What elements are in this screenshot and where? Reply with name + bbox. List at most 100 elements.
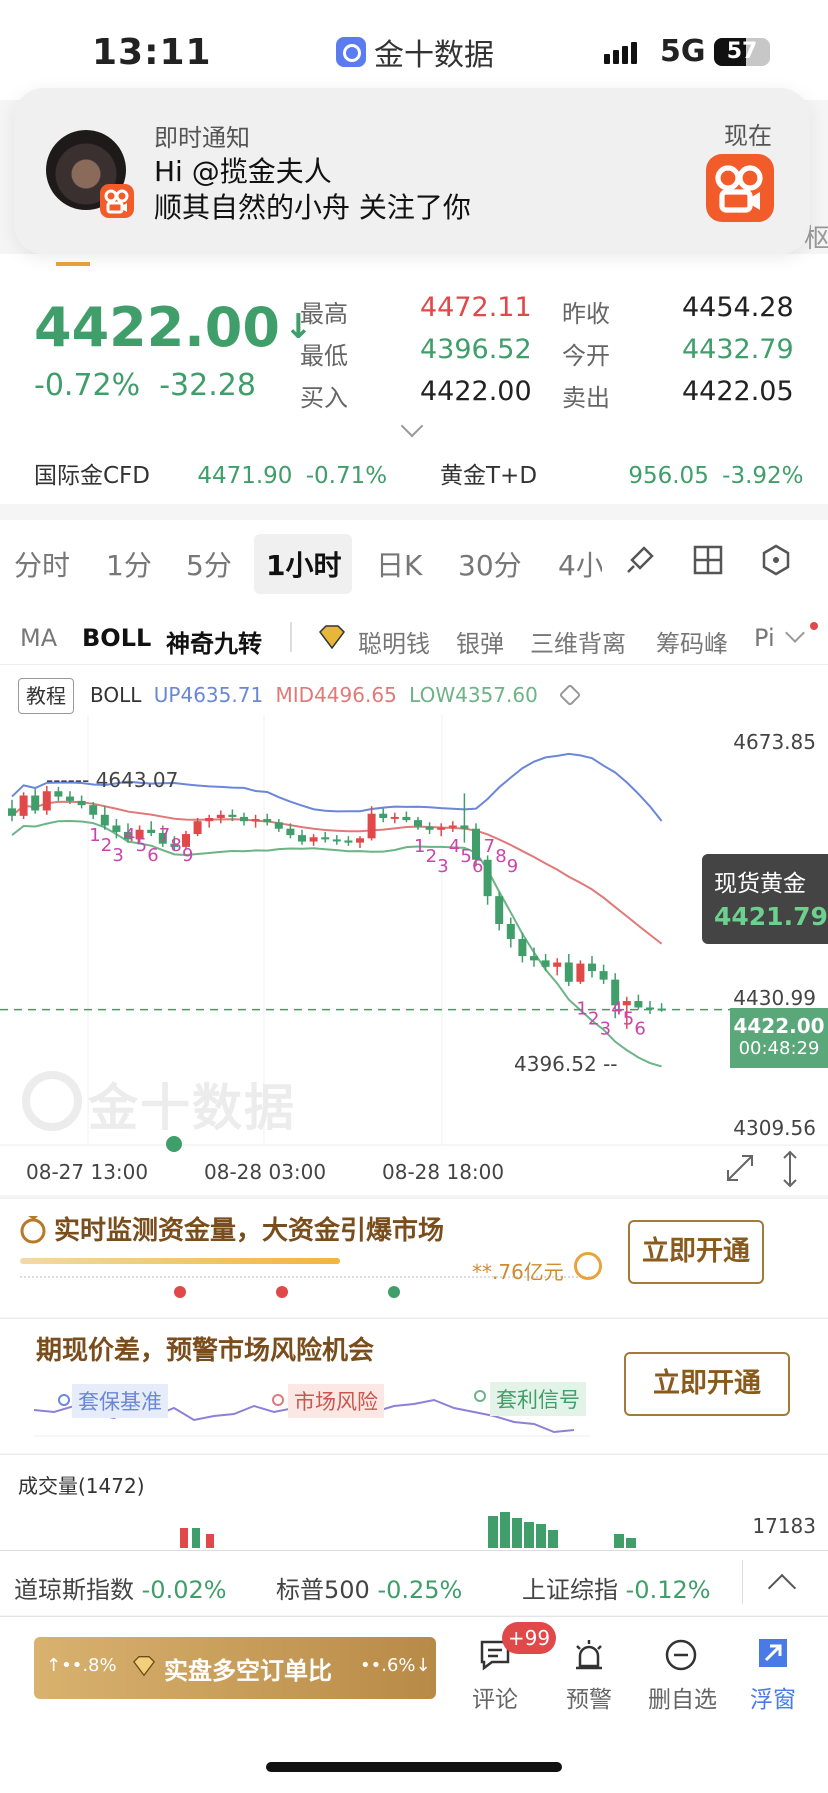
indicator-3d-divergence[interactable]: 三维背离 [530,624,626,659]
settings-hex-icon[interactable] [760,544,792,580]
candle-body [506,923,515,939]
event-dot-icon[interactable] [166,1136,182,1152]
nine-count-label: 4 [124,825,135,846]
draw-tool-icon[interactable] [622,542,658,582]
fullscreen-icon[interactable] [724,1152,756,1188]
candle-body [495,896,504,924]
candle-body [576,963,585,982]
nine-count-label: 4 [611,998,622,1019]
tab-timeshare[interactable]: 分时 [14,544,70,584]
candle-body [530,956,538,961]
indicator-ma[interactable]: MA [20,624,57,652]
x-tick-1: 08-27 13:00 [26,1160,149,1184]
ratio-left: ↑••.8% [46,1655,117,1676]
tab-30min[interactable]: 30分 [458,544,522,584]
candle-body [205,817,214,822]
tab-4hour[interactable]: 4小 [558,544,602,584]
candle-body [309,837,318,842]
nav-float-window[interactable]: 浮窗 [750,1680,796,1714]
notification-banner[interactable] [14,88,810,254]
indicator-silver-bullet[interactable]: 银弹 [456,624,504,659]
prev-close-value: 4454.28 [682,292,794,323]
candle-body [8,808,16,816]
coin-icon [574,1252,602,1280]
x-tick-2: 08-28 03:00 [204,1160,327,1184]
y-tick-bottom: 4309.56 [733,1116,816,1140]
jin10-logo-icon [336,37,366,67]
candle-body [100,814,109,826]
tab-underline [56,262,90,266]
promo2-title: 期现价差，预警市场风险机会 [36,1336,375,1366]
nine-count-label: 2 [426,846,437,867]
tab-1min[interactable]: 1分 [106,544,152,584]
nine-count-label: 5 [136,835,147,856]
nine-count-label: 5 [623,1008,634,1029]
candle-body [240,816,248,822]
candle-body [402,816,411,821]
candle-body [274,822,283,829]
candle-body [193,821,202,835]
spot-gold-tag[interactable]: 现货黄金 4421.79 [702,854,828,944]
remove-watchlist-icon[interactable] [664,1638,698,1676]
diamond-icon [318,624,346,654]
y-tick-mid: 4430.99 [733,986,816,1010]
alarm-icon[interactable] [572,1638,606,1676]
index-spx[interactable]: 标普500 -0.25% [276,1570,462,1605]
index-dji[interactable]: 道琼斯指数 -0.02% [14,1570,227,1605]
promo1-subscribe-button[interactable]: 立即开通 [628,1220,764,1284]
candle-body [286,828,295,836]
nine-count-label: 2 [101,835,112,856]
layout-grid-icon[interactable] [692,544,724,580]
promo2-subscribe-button[interactable]: 立即开通 [624,1352,790,1416]
candle-body [228,814,237,817]
candle-body [77,800,86,806]
banner-title: 实盘多空订单比 [164,1657,332,1685]
indicator-magic-nine[interactable]: 神奇九转 [166,624,262,659]
tab-daily[interactable]: 日K [376,544,422,584]
nine-count-label: 6 [472,856,483,877]
tab-5min[interactable]: 5分 [186,544,232,584]
nine-count-label: 2 [588,1008,599,1029]
promo1-dot-red-2 [276,1286,288,1298]
candle-body [19,795,28,816]
notification-line-2: 顺其自然的小舟 关注了你 [154,191,471,224]
nine-count-label: 3 [437,856,448,877]
boll-lower-line [11,820,662,1068]
related-quote-1[interactable]: 国际金CFD 4471.90 -0.71% [34,456,387,490]
candle-body [367,813,376,839]
nav-remove-watchlist[interactable]: 删自选 [648,1680,717,1714]
tutorial-button[interactable]: 教程 [18,678,74,714]
nine-count-label: 6 [147,845,158,866]
indicator-chip-peak[interactable]: 筹码峰 [656,624,728,659]
signal-icon [604,42,637,64]
indicator-pi[interactable]: Pi [754,624,780,652]
tab-1hour[interactable]: 1小时 [266,544,341,584]
volume-label: 成交量(1472) [18,1474,145,1498]
tag-arbitrage-signal: 套利信号 [490,1382,586,1416]
index-sse[interactable]: 上证综指 -0.12% [522,1570,711,1605]
nine-count-label: 9 [507,856,518,877]
candle-body [634,1001,643,1008]
open-value: 4432.79 [682,334,794,365]
battery-icon: 57 [714,38,770,66]
nine-count-label: 6 [634,1018,645,1039]
promo1-title: 实时监测资金量，大资金引爆市场 [54,1216,445,1246]
candle-body [483,859,492,897]
vertical-zoom-icon[interactable] [780,1150,800,1192]
candle-body [437,827,446,830]
candle-body [460,825,469,829]
nav-alert[interactable]: 预警 [566,1680,612,1714]
nine-count-label: 3 [600,1018,611,1039]
float-window-icon[interactable] [756,1636,790,1674]
nine-count-label: 5 [460,846,471,867]
nine-count-label: 9 [182,845,193,866]
candle-body [147,829,156,833]
indicator-smart-money[interactable]: 聪明钱 [358,624,430,659]
indicator-boll[interactable]: BOLL [82,624,151,652]
boll-legend: BOLL UP4635.71 MID4496.65 LOW4357.60 [90,683,582,707]
related-quote-2[interactable]: 黄金T+D 956.05 -3.92% [440,456,804,490]
ratio-right: ••.6%↓ [360,1655,431,1676]
ask-label: 卖出 [562,384,610,412]
long-short-ratio-banner[interactable]: ↑••.8% 实盘多空订单比 ••.6%↓ [34,1637,436,1699]
nav-comment[interactable]: 评论 [472,1680,518,1714]
